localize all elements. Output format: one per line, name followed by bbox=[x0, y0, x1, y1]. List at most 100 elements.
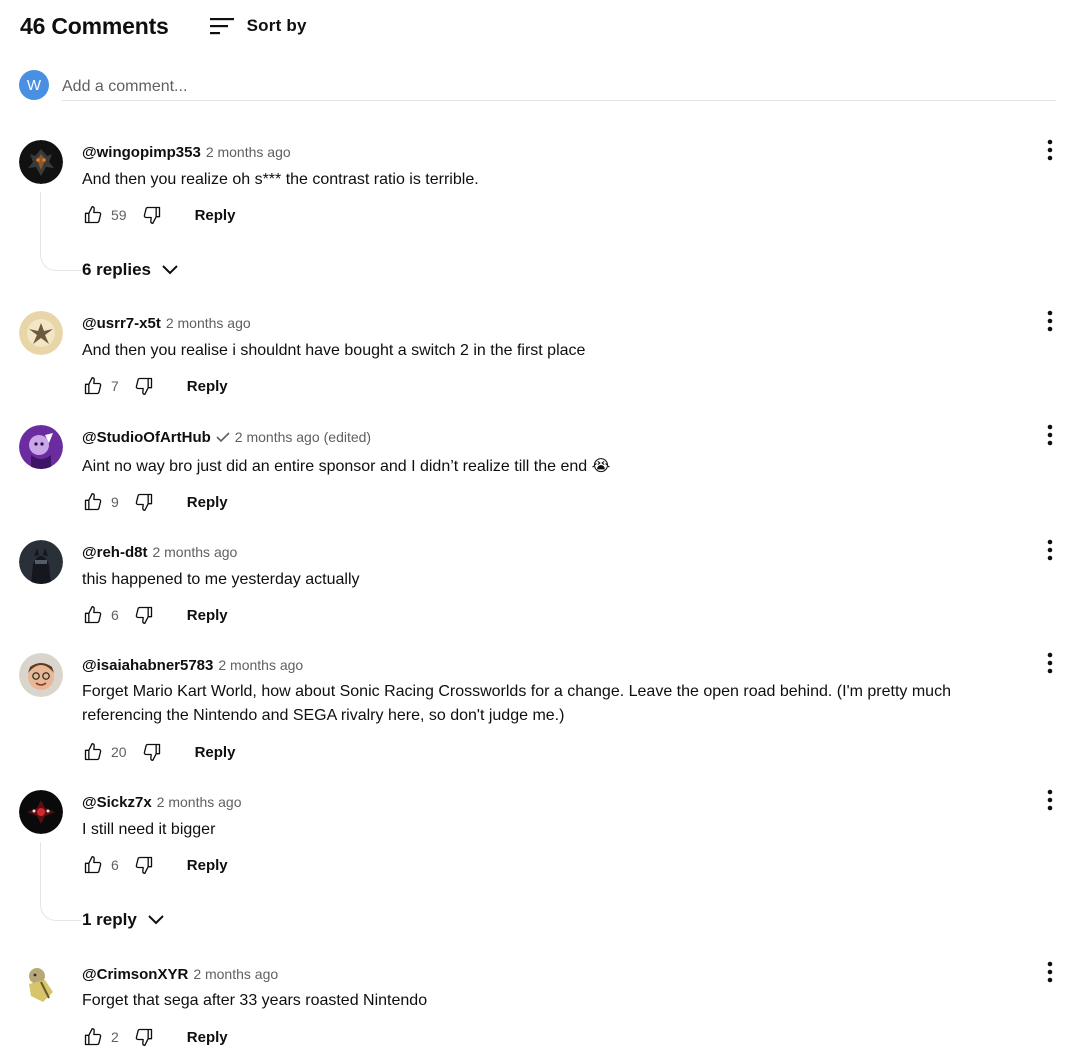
reply-button[interactable]: Reply bbox=[187, 378, 228, 395]
comment-meta: @isaiahabner5783 2 months ago bbox=[82, 655, 303, 675]
like-button[interactable] bbox=[82, 375, 104, 397]
reply-button[interactable]: Reply bbox=[195, 207, 236, 224]
reply-button[interactable]: Reply bbox=[187, 857, 228, 874]
comment-actions: 7 Reply bbox=[82, 374, 228, 398]
like-button[interactable] bbox=[82, 741, 104, 763]
comment-time[interactable]: 2 months ago bbox=[152, 544, 237, 560]
more-vert-icon bbox=[1047, 789, 1053, 811]
like-button[interactable] bbox=[82, 204, 104, 226]
avatar[interactable] bbox=[19, 540, 63, 584]
comment-time[interactable]: 2 months ago bbox=[166, 315, 251, 331]
replies-toggle[interactable]: 1 reply bbox=[82, 908, 165, 932]
thumbs-down-icon bbox=[135, 606, 152, 624]
reply-button[interactable]: Reply bbox=[187, 1029, 228, 1046]
thumbs-up-icon bbox=[84, 606, 102, 624]
like-button[interactable] bbox=[82, 854, 104, 876]
comment-author[interactable]: @reh-d8t bbox=[82, 544, 147, 561]
reply-button[interactable]: Reply bbox=[195, 744, 236, 761]
comment-menu-button[interactable] bbox=[1040, 138, 1060, 162]
comment-author[interactable]: @isaiahabner5783 bbox=[82, 657, 213, 674]
comments-header: 46 Comments Sort by bbox=[20, 8, 307, 44]
comment-text: Forget Mario Kart World, how about Sonic… bbox=[82, 683, 951, 724]
comment-time[interactable]: 2 months ago bbox=[218, 657, 303, 673]
avatar[interactable] bbox=[19, 790, 63, 834]
comment-author[interactable]: @CrimsonXYR bbox=[82, 966, 188, 983]
more-vert-icon bbox=[1047, 310, 1053, 332]
comment-meta: @wingopimp353 2 months ago bbox=[82, 142, 291, 162]
thumbs-down-icon bbox=[143, 206, 160, 224]
replies-toggle[interactable]: 6 replies bbox=[82, 258, 179, 282]
comment-actions: 59 Reply bbox=[82, 203, 235, 227]
thumbs-down-icon bbox=[143, 743, 160, 761]
thread-connector bbox=[40, 842, 81, 921]
comment-actions: 2 Reply bbox=[82, 1025, 228, 1049]
like-count: 2 bbox=[111, 1029, 119, 1045]
thumbs-up-icon bbox=[84, 856, 102, 874]
comment-text: Aint no way bro just did an entire spons… bbox=[82, 458, 611, 475]
thread-connector bbox=[40, 192, 81, 271]
thumbs-up-icon bbox=[84, 206, 102, 224]
add-comment-input[interactable] bbox=[62, 74, 1056, 101]
like-count: 20 bbox=[111, 744, 127, 760]
dislike-button[interactable] bbox=[133, 854, 155, 876]
thumbs-up-icon bbox=[84, 493, 102, 511]
like-button[interactable] bbox=[82, 1026, 104, 1048]
avatar[interactable] bbox=[19, 962, 63, 1006]
comment-author[interactable]: @StudioOfArtHub bbox=[82, 429, 211, 446]
replies-count-label: 1 reply bbox=[82, 910, 137, 929]
comment-actions: 6 Reply bbox=[82, 603, 228, 627]
dislike-button[interactable] bbox=[141, 741, 163, 763]
comment-time[interactable]: 2 months ago bbox=[157, 794, 242, 810]
comment-text: And then you realize oh s*** the contras… bbox=[82, 171, 479, 188]
replies-count-label: 6 replies bbox=[82, 260, 151, 279]
more-vert-icon bbox=[1047, 961, 1053, 983]
comment-author[interactable]: @Sickz7x bbox=[82, 794, 152, 811]
comment-menu-button[interactable] bbox=[1040, 423, 1060, 447]
reply-button[interactable]: Reply bbox=[187, 494, 228, 511]
dislike-button[interactable] bbox=[133, 375, 155, 397]
like-button[interactable] bbox=[82, 604, 104, 626]
comment-menu-button[interactable] bbox=[1040, 960, 1060, 984]
dislike-button[interactable] bbox=[133, 491, 155, 513]
comment-menu-button[interactable] bbox=[1040, 538, 1060, 562]
comment-time[interactable]: 2 months ago bbox=[235, 429, 320, 445]
more-vert-icon bbox=[1047, 424, 1053, 446]
comment-author[interactable]: @wingopimp353 bbox=[82, 144, 201, 161]
comment-time[interactable]: 2 months ago bbox=[206, 144, 291, 160]
avatar[interactable] bbox=[19, 140, 63, 184]
avatar[interactable] bbox=[19, 311, 63, 355]
comment-time[interactable]: 2 months ago bbox=[193, 966, 278, 982]
sort-by-button[interactable]: Sort by bbox=[209, 16, 307, 36]
dislike-button[interactable] bbox=[141, 204, 163, 226]
comment-meta: @CrimsonXYR 2 months ago bbox=[82, 964, 278, 984]
comment-text: Forget that sega after 33 years roasted … bbox=[82, 992, 428, 1009]
current-user-avatar: W bbox=[19, 70, 49, 100]
comment-menu-button[interactable] bbox=[1040, 309, 1060, 333]
chevron-down-icon bbox=[161, 264, 179, 276]
dislike-button[interactable] bbox=[133, 1026, 155, 1048]
comment-menu-button[interactable] bbox=[1040, 788, 1060, 812]
comment-actions: 9 Reply bbox=[82, 490, 228, 514]
comment-text: I still need it bigger bbox=[82, 821, 216, 838]
sort-icon bbox=[209, 18, 234, 35]
reply-button[interactable]: Reply bbox=[187, 607, 228, 624]
comment-menu-button[interactable] bbox=[1040, 651, 1060, 675]
comment-author[interactable]: @usrr7-x5t bbox=[82, 315, 161, 332]
like-count: 6 bbox=[111, 857, 119, 873]
thumbs-up-icon bbox=[84, 743, 102, 761]
like-button[interactable] bbox=[82, 491, 104, 513]
like-count: 7 bbox=[111, 378, 119, 394]
avatar[interactable] bbox=[19, 425, 63, 469]
like-count: 6 bbox=[111, 607, 119, 623]
thumbs-down-icon bbox=[135, 1028, 152, 1046]
more-vert-icon bbox=[1047, 652, 1053, 674]
verified-check-icon bbox=[216, 431, 230, 443]
comment-meta: @StudioOfArtHub 2 months ago (edited) bbox=[82, 427, 371, 447]
add-comment-row: W bbox=[19, 70, 1056, 102]
thumbs-up-icon bbox=[84, 377, 102, 395]
avatar[interactable] bbox=[19, 653, 63, 697]
chevron-down-icon bbox=[147, 914, 165, 926]
comment-text: And then you realise i shouldnt have bou… bbox=[82, 342, 586, 359]
dislike-button[interactable] bbox=[133, 604, 155, 626]
comment-text: this happened to me yesterday actually bbox=[82, 571, 360, 588]
